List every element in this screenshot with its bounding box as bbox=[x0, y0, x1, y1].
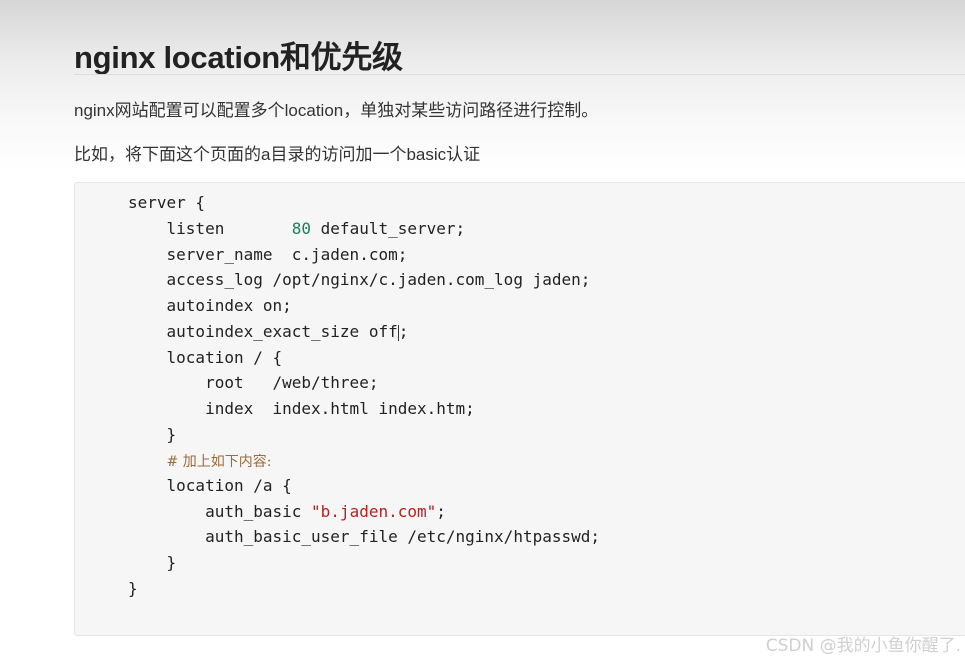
code-text: ; bbox=[436, 502, 446, 521]
code-line: server { bbox=[128, 193, 206, 212]
code-line: autoindex on; bbox=[128, 296, 292, 315]
code-text: listen bbox=[128, 219, 292, 238]
article-title: nginx location和优先级 bbox=[74, 40, 403, 75]
code-text: default_server; bbox=[311, 219, 466, 238]
intro-paragraph: nginx网站配置可以配置多个location，单独对某些访问路径进行控制。 bbox=[74, 101, 599, 120]
code-line: location / { bbox=[128, 348, 283, 367]
code-text: ; bbox=[398, 322, 409, 341]
code-line: autoindex_exact_size off; bbox=[128, 322, 409, 342]
code-line: index index.html index.htm; bbox=[128, 399, 475, 418]
code-line: server_name c.jaden.com; bbox=[128, 245, 408, 264]
code-number: 80 bbox=[291, 219, 312, 238]
code-line: location /a { bbox=[128, 476, 292, 495]
code-string: "b.jaden.com" bbox=[311, 502, 437, 521]
csdn-watermark: CSDN @我的小鱼你醒了. bbox=[765, 636, 961, 656]
code-line: } bbox=[128, 425, 177, 444]
code-line: } bbox=[128, 579, 138, 598]
code-text: auth_basic bbox=[128, 502, 312, 521]
code-text: autoindex_exact_size off bbox=[128, 322, 398, 341]
code-line: access_log /opt/nginx/c.jaden.com_log ja… bbox=[128, 270, 591, 289]
code-block: server { listen 80 default_server; serve… bbox=[74, 182, 965, 636]
code-comment: # 加上如下内容: bbox=[166, 454, 272, 470]
title-divider bbox=[74, 74, 965, 75]
code-line: auth_basic "b.jaden.com"; bbox=[128, 502, 446, 522]
code-line: # 加上如下内容: bbox=[128, 451, 272, 472]
code-line: } bbox=[128, 553, 177, 572]
code-line: auth_basic_user_file /etc/nginx/htpasswd… bbox=[128, 527, 601, 546]
code-line: listen 80 default_server; bbox=[128, 219, 466, 239]
code-line: root /web/three; bbox=[128, 373, 379, 392]
example-paragraph: 比如，将下面这个页面的a目录的访问加一个basic认证 bbox=[74, 145, 481, 164]
